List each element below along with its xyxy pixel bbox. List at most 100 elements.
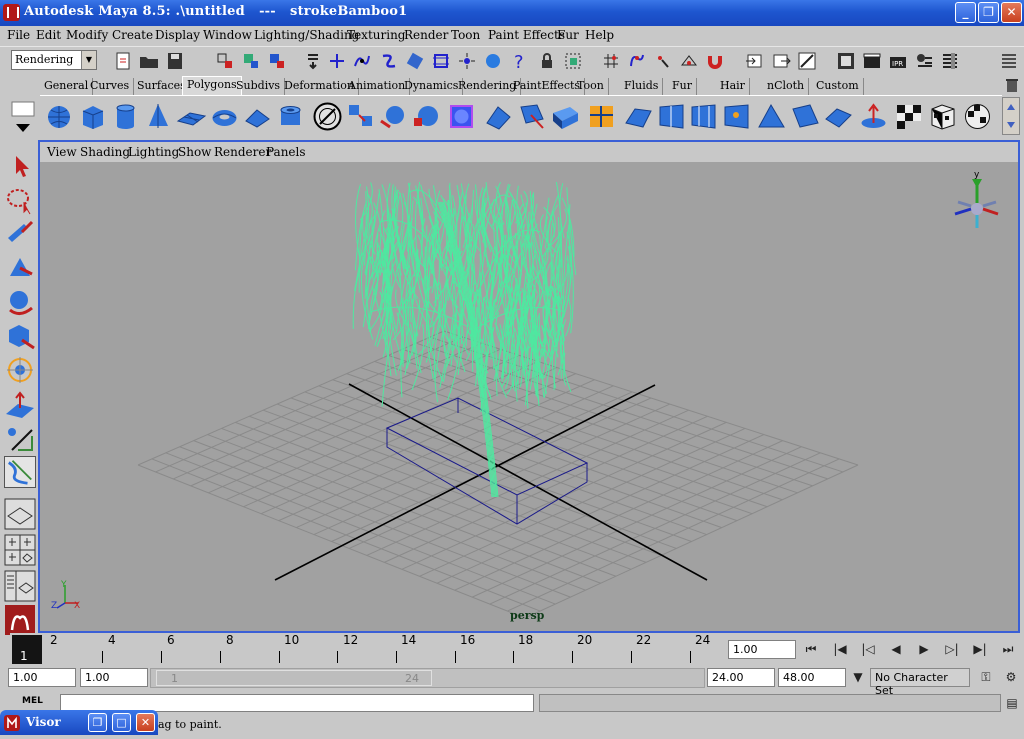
shelf-tab-hair[interactable]: Hair [716,78,750,95]
construction-history-icon[interactable] [796,50,818,72]
snap-curve-icon[interactable] [351,50,373,72]
snap-view-plane-icon[interactable] [404,50,426,72]
save-scene-icon[interactable] [164,50,186,72]
shelf-options-icon[interactable] [10,100,36,136]
extrude-icon[interactable] [483,101,514,132]
poly-sphere-icon[interactable] [44,101,75,132]
maya-logo-icon[interactable] [4,604,36,636]
poly-cube-icon[interactable] [77,101,108,132]
step-back-key-button[interactable]: |◁ [857,640,879,658]
menu-paint-effects[interactable]: Paint Effects [488,28,565,42]
universal-manipulator-icon[interactable] [4,354,36,386]
shelf-tab-fluids[interactable]: Fluids [620,78,664,95]
poly-cylinder-icon[interactable] [110,101,141,132]
snap-point-icon[interactable] [378,50,400,72]
menu-fur[interactable]: Fur [557,28,579,42]
split-polygon-icon[interactable] [623,101,654,132]
move-tool-icon[interactable] [4,252,36,284]
shelf-tab-fur[interactable]: Fur [668,78,697,95]
select-tool-icon[interactable] [4,150,36,182]
separate-icon[interactable] [345,101,376,132]
chevron-down-icon[interactable]: ▼ [81,51,96,69]
menu-texturing[interactable]: Texturing [347,28,405,42]
hypershade-icon[interactable] [939,50,961,72]
rotate-tool-icon[interactable] [4,286,36,318]
poly-pipe-icon[interactable] [275,101,306,132]
planar-mapping-icon[interactable] [928,101,959,132]
open-scene-icon[interactable] [138,50,160,72]
step-forward-frame-button[interactable]: ▶| [969,640,991,658]
menu-render[interactable]: Render [404,28,448,42]
show-manipulator-icon[interactable] [4,422,36,454]
poly-plane-icon[interactable] [176,101,207,132]
history-icon[interactable] [456,50,478,72]
sphere-icon[interactable] [482,50,504,72]
snap-grid-icon[interactable] [326,50,348,72]
visor-maximize-button[interactable]: □ [112,713,131,732]
minimize-button[interactable]: _ [955,2,976,23]
menu-set-dropdown[interactable]: Rendering ▼ [11,50,97,70]
current-frame-marker[interactable]: 1 [12,635,42,664]
animation-prefs-icon[interactable]: ⚙ [1000,668,1022,686]
cut-faces-icon[interactable] [586,101,617,132]
visor-restore-button[interactable]: ❐ [88,713,107,732]
character-set-field[interactable]: No Character Set [870,668,970,697]
help-question-icon[interactable]: ? [508,50,530,72]
trash-icon[interactable] [1004,77,1020,93]
poke-face-icon[interactable] [823,101,854,132]
poly-torus-icon[interactable] [209,101,240,132]
paint-select-tool-icon[interactable] [4,218,36,250]
step-back-frame-button[interactable]: |◀ [829,640,851,658]
render-frame-icon[interactable] [861,50,883,72]
scene-canvas[interactable]: Y X Z y [40,162,1018,631]
offset-edge-loop-icon[interactable] [689,101,720,132]
current-time-field[interactable]: 1.00 [728,640,796,659]
go-to-end-button[interactable]: ⏭ [997,640,1019,658]
play-backwards-button[interactable]: ◀ [885,640,907,658]
channel-box-toggle-icon[interactable] [998,50,1020,72]
extract-icon[interactable] [378,101,409,132]
scale-tool-icon[interactable] [4,320,36,352]
visor-close-button[interactable]: ✕ [136,713,155,732]
paint-effects-tool-icon[interactable] [4,456,36,488]
insert-edge-loop-icon[interactable] [657,101,688,132]
shelf-tab-ncloth[interactable]: nCloth [763,78,810,95]
go-to-start-button[interactable]: ⏮ [800,640,822,658]
grid-snap-icon[interactable] [600,50,622,72]
render-settings-icon[interactable] [913,50,935,72]
menu-window[interactable]: Window [203,28,252,42]
plane-snap-icon[interactable] [678,50,700,72]
range-slider-thumb[interactable]: 1 24 [156,670,432,686]
playback-start-field[interactable]: 1.00 [80,668,148,687]
panel-menu-view[interactable]: View [47,145,77,159]
four-view-layout-icon[interactable] [4,534,36,566]
select-highlight-icon[interactable] [562,50,584,72]
poly-prism-icon[interactable] [242,101,273,132]
restore-button[interactable]: ❐ [978,2,999,23]
smooth-icon[interactable] [411,101,442,132]
spherical-mapping-icon[interactable] [962,101,993,132]
playback-end-field[interactable]: 24.00 [707,668,775,687]
select-component-icon[interactable] [266,50,288,72]
collapse-icon[interactable] [790,101,821,132]
persp-outliner-layout-icon[interactable] [4,570,36,602]
step-forward-key-button[interactable]: ▷| [941,640,963,658]
shelf-tab-curves[interactable]: Curves [86,78,135,95]
menu-file[interactable]: File [7,28,30,42]
shelf-tab-toon[interactable]: Toon [573,78,609,95]
visor-window[interactable]: Visor ❐ □ ✕ [0,710,158,735]
range-slider[interactable]: 1 24 [150,668,705,688]
menu-modify[interactable]: Modify [66,28,108,42]
ipr-render-icon[interactable]: IPR [887,50,909,72]
shelf-tab-custom[interactable]: Custom [812,78,864,95]
character-set-chevron-icon[interactable]: ▼ [847,668,869,686]
menu-display[interactable]: Display [155,28,200,42]
mask-icon[interactable] [302,50,324,72]
play-forwards-button[interactable]: ▶ [913,640,935,658]
make-live-icon[interactable] [430,50,452,72]
shelf-scrollbar[interactable] [1002,97,1020,135]
start-time-field[interactable]: 1.00 [8,668,76,687]
bevel-icon[interactable] [756,101,787,132]
uv-editor-icon[interactable] [893,101,924,132]
lock-icon[interactable] [536,50,558,72]
